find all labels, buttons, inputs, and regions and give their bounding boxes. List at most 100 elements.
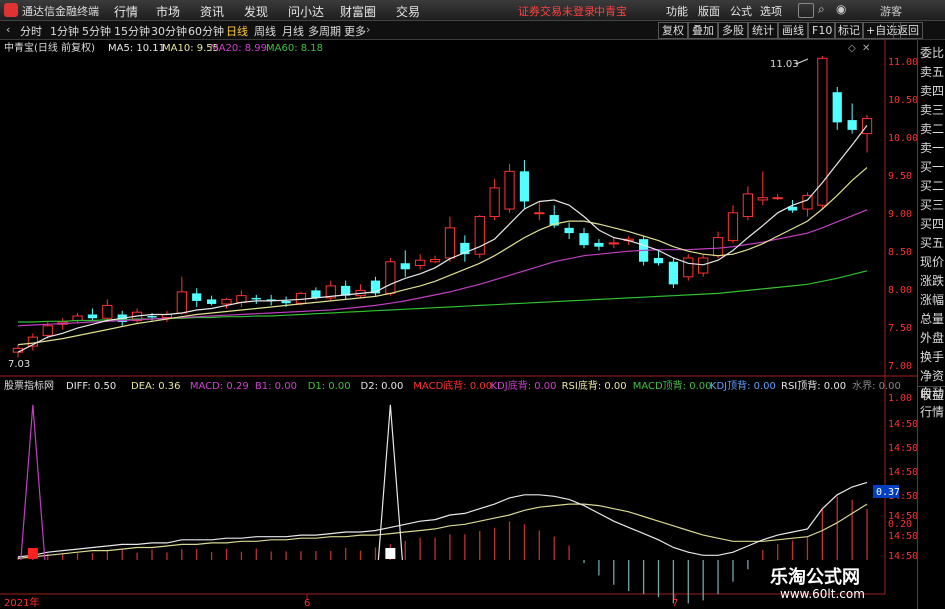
login-notice[interactable]: 证券交易未登录: [518, 3, 595, 19]
sidebar-item[interactable]: 换手: [920, 350, 944, 364]
sidebar-item[interactable]: 涨跌: [920, 274, 944, 288]
sidebar-item[interactable]: 涨幅: [920, 293, 944, 307]
chart-area[interactable]: 中青宝(日线 前复权) MA5: 10.11 MA10: 9.55 MA20: …: [0, 39, 917, 609]
candle-body: [400, 263, 410, 270]
candle-body: [534, 212, 545, 215]
menu-bar: 通达信金融终端 行情 市场 资讯 发现 问小达 财富圈 交易 证券交易未登录 中…: [0, 0, 945, 21]
adjust-button[interactable]: 复权: [658, 22, 688, 39]
menu-news[interactable]: 资讯: [200, 3, 224, 20]
bell-icon[interactable]: ◉: [836, 2, 846, 16]
sidebar-item[interactable]: 卖四: [920, 84, 944, 98]
draw-button[interactable]: 画线: [778, 22, 808, 39]
sub-tick: 14:50: [888, 419, 917, 430]
menu-formula[interactable]: 公式: [730, 3, 752, 19]
candle-body: [504, 170, 515, 210]
sidebar-item[interactable]: 买一: [920, 160, 944, 174]
candle-body: [653, 257, 664, 264]
sidebar-item[interactable]: 现价: [920, 255, 944, 269]
candle-body: [295, 292, 307, 304]
menu-ask[interactable]: 问小达: [288, 3, 324, 20]
mark-button[interactable]: 标记: [834, 22, 864, 39]
price-tick: 10.00: [888, 133, 917, 144]
candle-body: [42, 325, 53, 337]
sidebar-item[interactable]: 卖三: [920, 103, 944, 117]
overlay-button[interactable]: 叠加: [688, 22, 718, 39]
sidebar-item[interactable]: 买二: [920, 179, 944, 193]
menu-discover[interactable]: 发现: [244, 3, 268, 20]
macd-indicator: [17, 404, 868, 604]
price-tick: 7.50: [888, 323, 912, 334]
close-panel-icon[interactable]: ✕: [862, 43, 870, 54]
menu-layout[interactable]: 版面: [698, 3, 720, 19]
sidebar-auto[interactable]: 自动: [920, 386, 944, 400]
candle-body: [236, 295, 247, 303]
period-monthly[interactable]: 月线: [282, 23, 304, 39]
period-more[interactable]: 更多: [344, 23, 366, 39]
sidebar-item[interactable]: 买五: [920, 236, 944, 250]
watermark-url: www.60lt.com: [780, 587, 865, 601]
user-icon[interactable]: [798, 3, 814, 18]
candle-body: [742, 193, 753, 218]
diamond-icon[interactable]: ◇: [848, 43, 856, 54]
sidebar-item[interactable]: 买三: [920, 198, 944, 212]
sub-tick: 1.00: [888, 393, 912, 404]
candle-body: [206, 299, 217, 304]
header-stock-name: 中青宝: [594, 5, 627, 18]
prev-arrow-icon[interactable]: ‹: [6, 23, 10, 36]
ma10-line: [17, 167, 868, 346]
candle-body: [847, 120, 857, 130]
menu-trade[interactable]: 交易: [396, 3, 420, 20]
period-multi[interactable]: 多周期: [308, 23, 341, 39]
app-title: 通达信金融终端: [22, 5, 99, 18]
back-button[interactable]: 返回: [893, 22, 923, 39]
sub-indicator-readouts: DIFF: 0.50 DEA: 0.36 MACD: 0.29 B1: 0.00 D1:…: [66, 379, 901, 392]
period-1min[interactable]: 1分钟: [50, 23, 79, 39]
f10-button[interactable]: F10: [808, 22, 837, 39]
sidebar-item[interactable]: 总量: [920, 312, 944, 326]
sub-readout: D2: 0.00: [361, 381, 404, 392]
sub-readout: MACD顶背: 0.00: [633, 379, 712, 392]
search-icon[interactable]: ⌕: [818, 2, 825, 17]
stats-button[interactable]: 统计: [748, 22, 778, 39]
signal-marker: [27, 547, 38, 559]
sub-readout: B1: 0.00: [255, 381, 297, 392]
sub-tick: 14:50: [888, 551, 917, 562]
menu-wealth[interactable]: 财富圈: [340, 3, 376, 20]
guest-label[interactable]: 游客: [880, 3, 902, 19]
multi-stock-button[interactable]: 多股: [718, 22, 748, 39]
menu-function[interactable]: 功能: [666, 3, 688, 19]
candle-body: [311, 290, 321, 298]
period-daily[interactable]: 日线: [226, 23, 248, 39]
candlestick-series: [12, 56, 873, 358]
menu-options[interactable]: 选项: [760, 3, 782, 19]
candle-body: [192, 293, 202, 301]
sub-tick: 14:50: [888, 467, 917, 478]
price-tick: 9.00: [888, 209, 912, 220]
candle-body: [102, 304, 113, 319]
candle-body: [608, 242, 619, 245]
period-weekly[interactable]: 周线: [254, 23, 276, 39]
period-5min[interactable]: 5分钟: [82, 23, 111, 39]
sidebar-quote[interactable]: 行情: [920, 405, 944, 419]
period-30min[interactable]: 30分钟: [151, 23, 187, 39]
sidebar-item[interactable]: 委比: [920, 46, 944, 60]
menu-quotes[interactable]: 行情: [114, 3, 138, 20]
quote-sidebar: 委比 卖五 卖四 卖三 卖二 卖一 买一 买二 买三 买四 买五 现价 涨跌 涨…: [917, 40, 945, 609]
candle-body: [489, 187, 500, 218]
app-logo-icon: [4, 3, 18, 17]
sidebar-item[interactable]: 卖五: [920, 65, 944, 79]
more-arrow-icon[interactable]: ›: [366, 23, 370, 36]
sidebar-item[interactable]: 卖二: [920, 122, 944, 136]
menu-market[interactable]: 市场: [156, 3, 180, 20]
sidebar-item[interactable]: 净资: [920, 369, 944, 383]
period-15min[interactable]: 15分钟: [114, 23, 150, 39]
period-tick[interactable]: 分时: [20, 23, 42, 39]
sidebar-item[interactable]: 买四: [920, 217, 944, 231]
candle-body: [281, 300, 291, 304]
sub-readout: KDJ底背: 0.00: [491, 379, 557, 392]
sidebar-item[interactable]: 外盘: [920, 331, 944, 345]
sidebar-item[interactable]: 卖一: [920, 141, 944, 155]
price-tick: 8.00: [888, 285, 912, 296]
period-60min[interactable]: 60分钟: [188, 23, 224, 39]
sub-tick: 14:50: [888, 531, 917, 542]
